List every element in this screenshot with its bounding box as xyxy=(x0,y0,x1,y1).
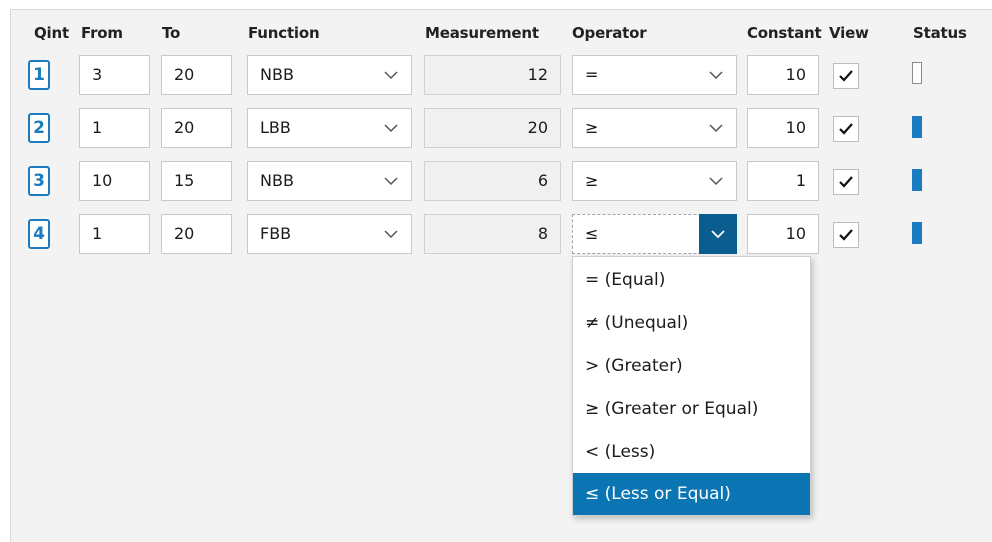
from-input[interactable]: 3 xyxy=(79,55,150,95)
header-measurement: Measurement xyxy=(425,24,539,42)
view-checkbox[interactable] xyxy=(833,222,859,248)
header-qint: Qint xyxy=(34,24,69,42)
option-less[interactable]: < (Less) xyxy=(573,431,810,473)
status-indicator xyxy=(912,62,922,84)
view-checkbox[interactable] xyxy=(833,116,859,142)
to-input[interactable]: 20 xyxy=(161,55,232,95)
operator-select-open[interactable]: ≤ xyxy=(572,214,737,254)
operator-value: ≤ xyxy=(585,224,599,243)
from-input[interactable]: 1 xyxy=(79,108,150,148)
constant-input[interactable]: 10 xyxy=(747,108,819,148)
measurement-value: 12 xyxy=(424,55,561,95)
from-input[interactable]: 1 xyxy=(79,214,150,254)
chevron-down-icon xyxy=(708,174,724,188)
function-value: NBB xyxy=(260,171,294,190)
chevron-down-icon xyxy=(383,121,399,135)
from-input[interactable]: 10 xyxy=(79,161,150,201)
operator-value: = xyxy=(585,65,599,84)
option-equal[interactable]: = (Equal) xyxy=(573,259,810,301)
to-input[interactable]: 15 xyxy=(161,161,232,201)
option-unequal[interactable]: ≠ (Unequal) xyxy=(573,302,810,344)
chevron-down-icon xyxy=(383,68,399,82)
measurement-value: 8 xyxy=(424,214,561,254)
status-indicator xyxy=(912,169,922,191)
header-from: From xyxy=(81,24,123,42)
header-function: Function xyxy=(248,24,320,42)
operator-value: ≥ xyxy=(585,171,599,190)
to-input[interactable]: 20 xyxy=(161,108,232,148)
option-greater[interactable]: > (Greater) xyxy=(573,345,810,387)
qint-badge: 1 xyxy=(28,60,50,90)
operator-select[interactable]: ≥ xyxy=(572,161,737,201)
function-select[interactable]: FBB xyxy=(247,214,412,254)
option-less-or-equal[interactable]: ≤ (Less or Equal) xyxy=(573,473,810,515)
to-input[interactable]: 20 xyxy=(161,214,232,254)
chevron-down-icon xyxy=(708,121,724,135)
option-greater-or-equal[interactable]: ≥ (Greater or Equal) xyxy=(573,388,810,430)
chevron-down-icon xyxy=(383,174,399,188)
qint-badge: 4 xyxy=(28,219,50,249)
qint-badge: 2 xyxy=(28,113,50,143)
operator-value: ≥ xyxy=(585,118,599,137)
header-constant: Constant xyxy=(747,24,822,42)
operator-select[interactable]: = xyxy=(572,55,737,95)
function-select[interactable]: LBB xyxy=(247,108,412,148)
header-status: Status xyxy=(913,24,967,42)
measurement-value: 20 xyxy=(424,108,561,148)
chevron-down-icon xyxy=(383,227,399,241)
function-value: NBB xyxy=(260,65,294,84)
view-checkbox[interactable] xyxy=(833,63,859,89)
measurement-value: 6 xyxy=(424,161,561,201)
function-select[interactable]: NBB xyxy=(247,55,412,95)
header-to: To xyxy=(162,24,181,42)
constant-input[interactable]: 10 xyxy=(747,55,819,95)
constant-input[interactable]: 10 xyxy=(747,214,819,254)
function-value: FBB xyxy=(260,224,292,243)
operator-select[interactable]: ≥ xyxy=(572,108,737,148)
qint-badge: 3 xyxy=(28,166,50,196)
view-checkbox[interactable] xyxy=(833,169,859,195)
constant-input[interactable]: 1 xyxy=(747,161,819,201)
function-value: LBB xyxy=(260,118,291,137)
chevron-down-icon[interactable] xyxy=(699,214,737,254)
header-operator: Operator xyxy=(572,24,647,42)
operator-dropdown-list: = (Equal) ≠ (Unequal) > (Greater) ≥ (Gre… xyxy=(572,256,811,516)
status-indicator xyxy=(912,222,922,244)
status-indicator xyxy=(912,116,922,138)
header-view: View xyxy=(829,24,869,42)
chevron-down-icon xyxy=(708,68,724,82)
function-select[interactable]: NBB xyxy=(247,161,412,201)
